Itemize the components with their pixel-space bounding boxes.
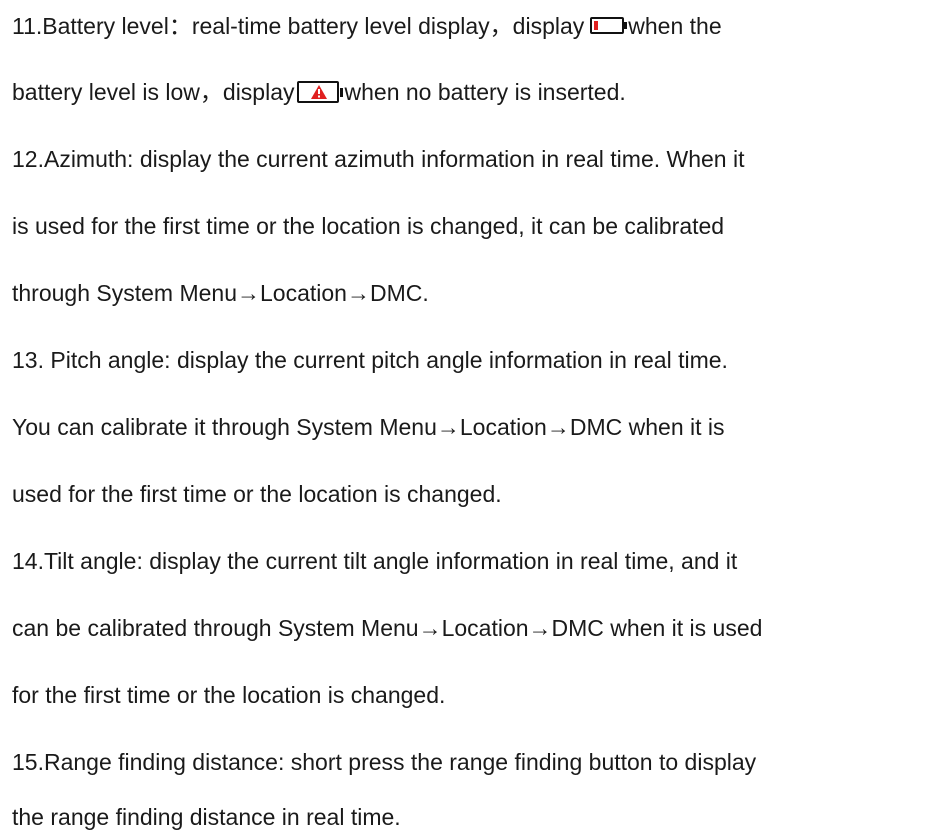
- text-segment: when no battery is inserted.: [344, 79, 626, 105]
- item-14-line-1: 14.Tilt angle: display the current tilt …: [12, 548, 738, 574]
- item-15-line-2: the range finding distance in real time.: [12, 804, 401, 830]
- item-13-line-2: You can calibrate it through System Menu…: [12, 414, 725, 440]
- text-segment: battery level is low，display: [12, 79, 295, 105]
- battery-low-icon: [590, 17, 628, 35]
- text-segment: when the: [628, 13, 722, 39]
- item-14-line-2: can be calibrated through System Menu→Lo…: [12, 615, 763, 641]
- item-13-line-1: 13. Pitch angle: display the current pit…: [12, 347, 728, 373]
- item-11-line-2: battery level is low，display when no batt…: [12, 78, 626, 106]
- item-13-line-3: used for the first time or the location …: [12, 481, 502, 507]
- item-11-line-1: 11.Battery level：real-time battery level…: [12, 12, 722, 40]
- item-14-line-3: for the first time or the location is ch…: [12, 682, 446, 708]
- item-12-line-3: through System Menu→Location→DMC.: [12, 280, 429, 306]
- item-12-line-2: is used for the first time or the locati…: [12, 213, 725, 239]
- item-12-line-1: 12.Azimuth: display the current azimuth …: [12, 146, 745, 172]
- no-battery-warning-icon: [296, 80, 343, 103]
- text-segment: 11.Battery level：real-time battery level…: [12, 13, 585, 39]
- item-15-line-1: 15.Range finding distance: short press t…: [12, 749, 757, 775]
